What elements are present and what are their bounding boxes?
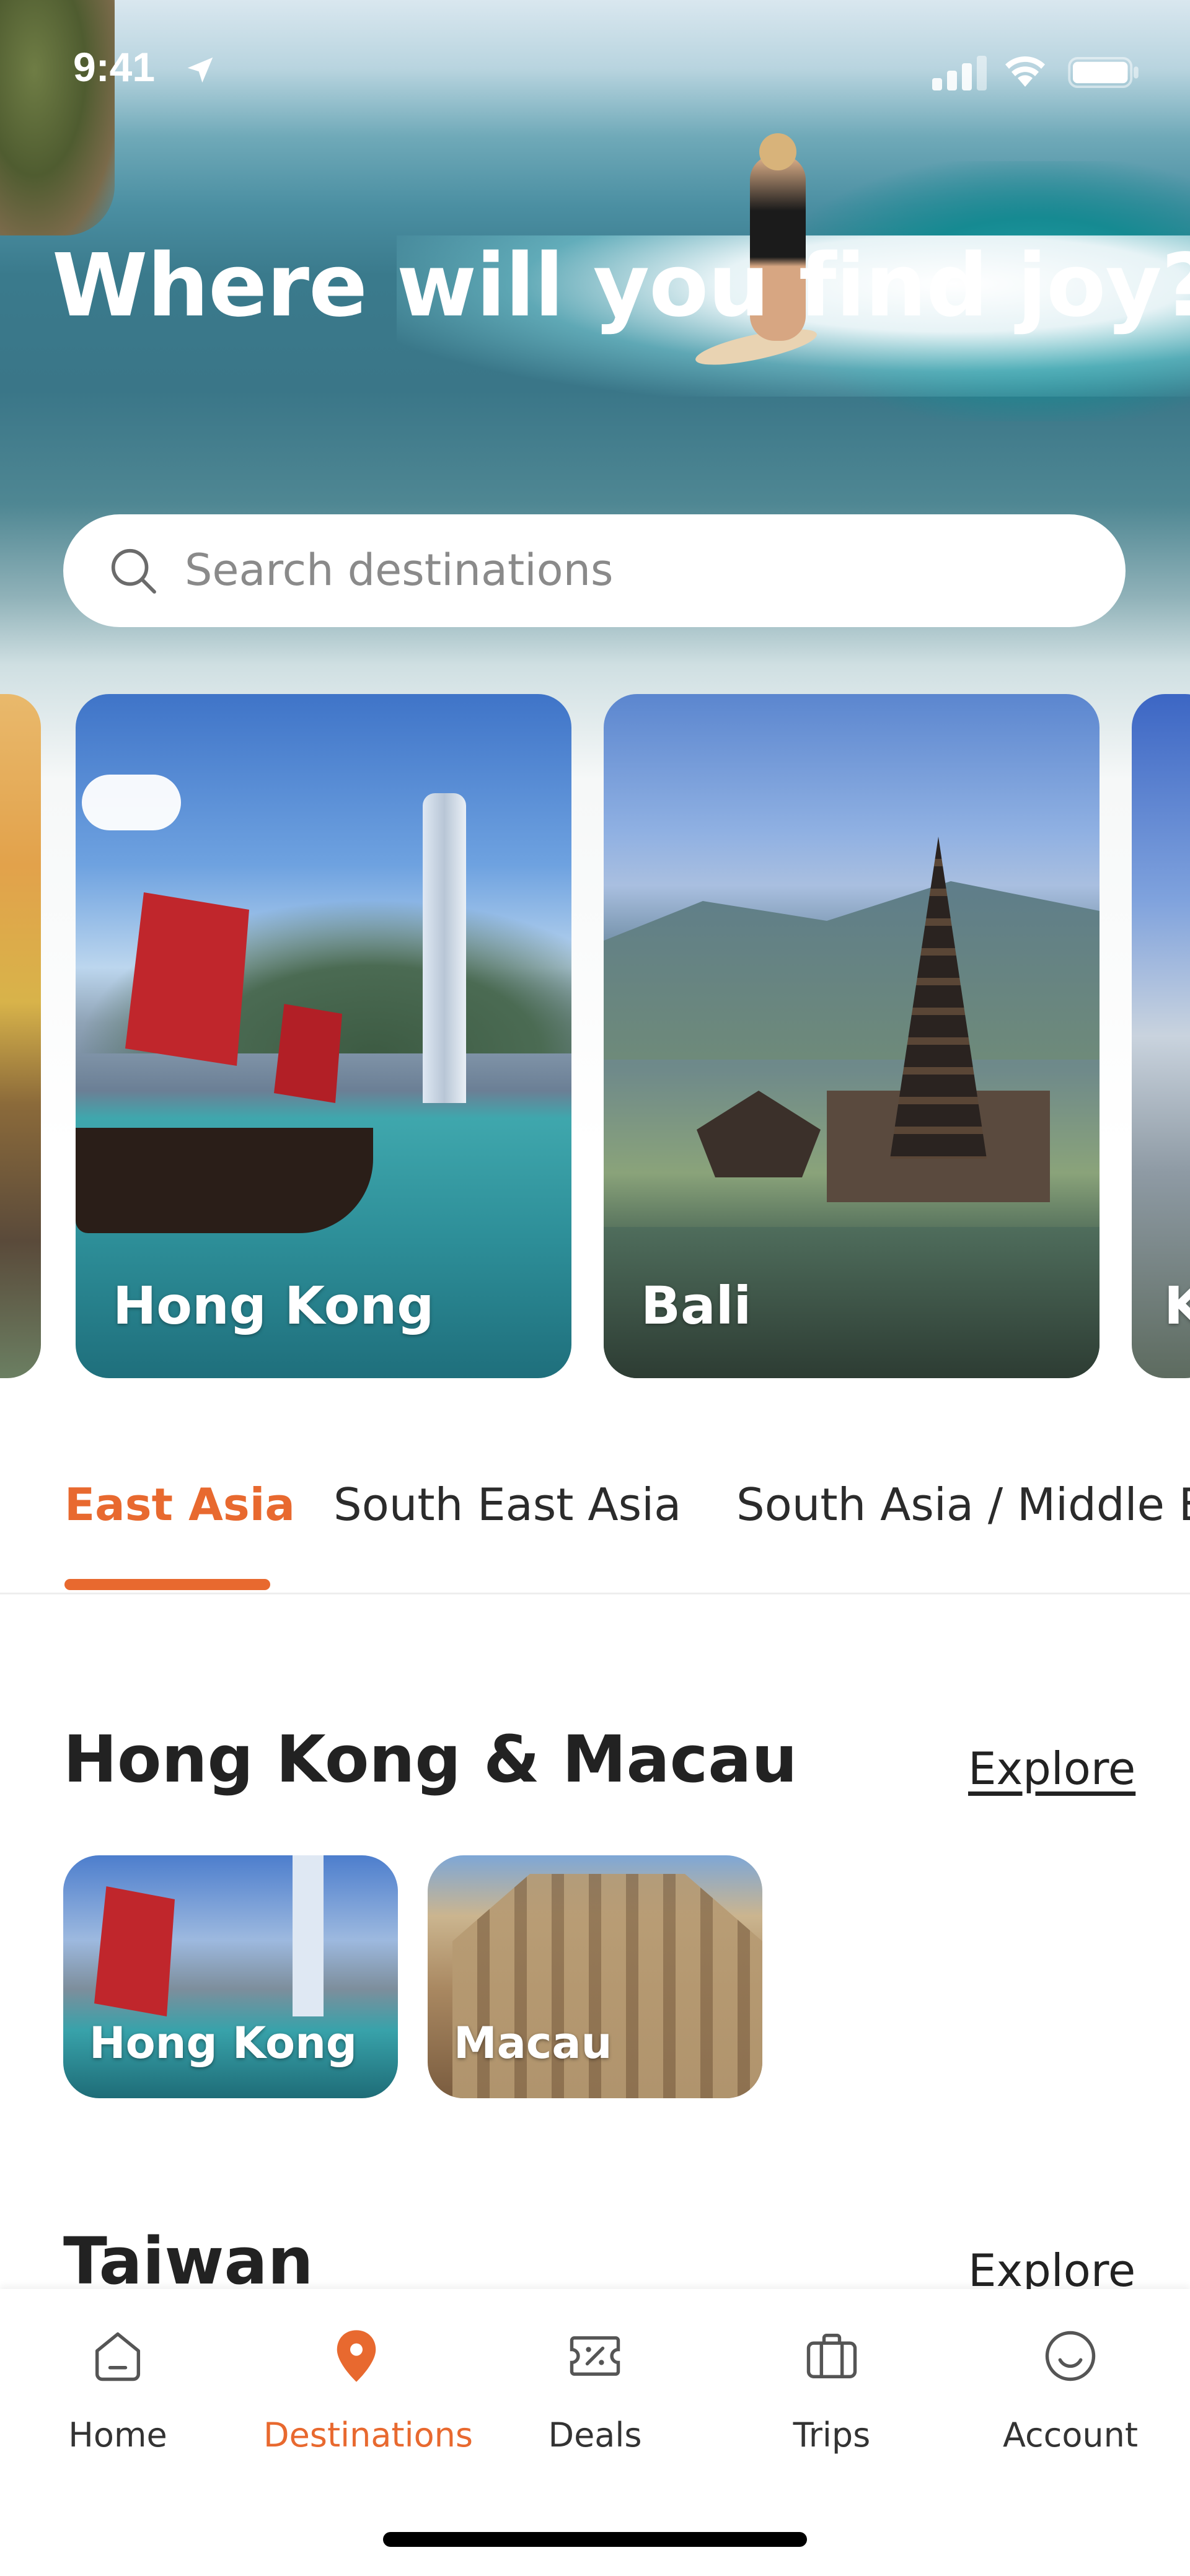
mountain-image xyxy=(604,881,1100,1060)
active-tab-indicator xyxy=(64,1579,270,1590)
cellular-signal-icon xyxy=(932,56,987,90)
card-label: K xyxy=(1164,1275,1190,1336)
cliff-image xyxy=(0,0,115,235)
junk-boat-image xyxy=(76,1128,373,1233)
temple-hut-image xyxy=(697,1091,821,1177)
home-icon xyxy=(95,2332,141,2381)
nav-label: Trips xyxy=(793,2416,871,2455)
search-icon xyxy=(111,548,156,594)
location-arrow-icon xyxy=(187,57,213,83)
junk-sail-image xyxy=(94,1886,175,2016)
destination-card-partial[interactable] xyxy=(0,694,41,1378)
destination-thumb-macau[interactable]: Macau xyxy=(428,1855,762,2098)
nav-label: Account xyxy=(1002,2416,1139,2455)
nav-deals[interactable]: Deals xyxy=(502,2325,688,2468)
destination-card-partial[interactable]: K xyxy=(1132,694,1190,1378)
tab-east-asia[interactable]: East Asia xyxy=(64,1479,295,1531)
destination-card-hong-kong[interactable]: Hong Kong xyxy=(76,694,571,1378)
tab-south-east-asia[interactable]: South East Asia xyxy=(333,1479,681,1531)
junk-sail-image xyxy=(274,1004,342,1103)
status-time: 9:41 xyxy=(73,44,156,90)
card-label: Bali xyxy=(641,1275,752,1336)
tab-south-asia-middle-east[interactable]: South Asia / Middle E xyxy=(736,1479,1190,1531)
battery-icon xyxy=(1068,57,1139,88)
thumb-label: Macau xyxy=(454,2018,612,2068)
nav-account[interactable]: Account xyxy=(977,2325,1163,2468)
location-pin-icon xyxy=(337,2330,376,2382)
suitcase-icon xyxy=(806,2333,857,2379)
destination-thumb-hong-kong[interactable]: Hong Kong xyxy=(63,1855,398,2098)
page-title: Where will you find joy? xyxy=(52,235,1190,336)
explore-link[interactable]: Explore xyxy=(968,1743,1135,1795)
destination-card-bali[interactable]: Bali xyxy=(604,694,1100,1378)
nav-label: Destinations xyxy=(263,2416,474,2455)
smiley-face-icon xyxy=(1045,2331,1096,2381)
search-input[interactable] xyxy=(185,539,1083,601)
nav-trips[interactable]: Trips xyxy=(739,2325,925,2468)
card-label: Hong Kong xyxy=(113,1275,434,1336)
nav-label: Deals xyxy=(548,2416,642,2455)
skyscraper-image xyxy=(293,1855,324,2016)
ticket-percent-icon xyxy=(570,2336,620,2376)
nav-home[interactable]: Home xyxy=(25,2325,211,2468)
search-bar[interactable] xyxy=(63,514,1126,627)
section-title: Taiwan xyxy=(63,2223,314,2299)
surfer-head-image xyxy=(759,133,796,170)
wifi-icon xyxy=(1005,56,1045,87)
junk-sail-image xyxy=(125,892,249,1066)
nav-destinations[interactable]: Destinations xyxy=(263,2325,474,2468)
tab-divider xyxy=(0,1593,1190,1594)
skyscraper-image xyxy=(423,793,466,1103)
section-title: Hong Kong & Macau xyxy=(63,1721,798,1797)
nav-label: Home xyxy=(68,2416,167,2455)
home-indicator[interactable] xyxy=(383,2532,807,2547)
thumb-label: Hong Kong xyxy=(89,2018,358,2068)
cloud-image xyxy=(82,775,181,830)
